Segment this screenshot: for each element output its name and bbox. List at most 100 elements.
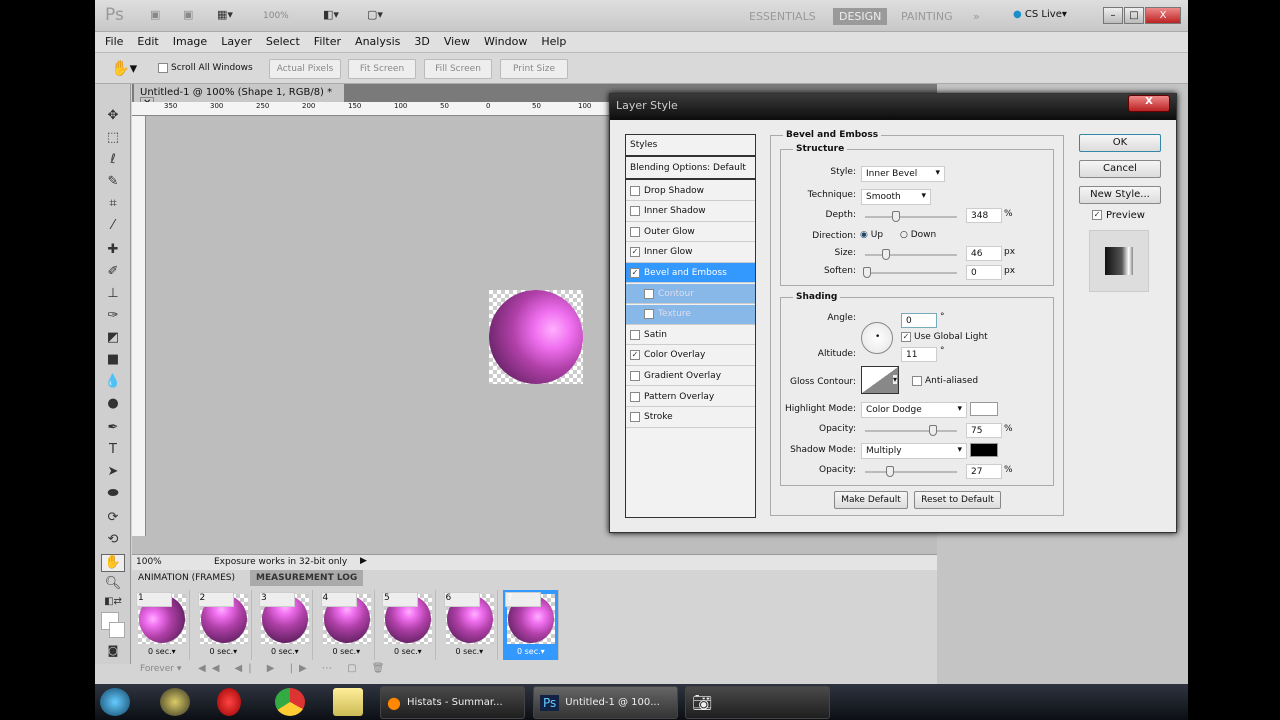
workspace-essentials[interactable]: ESSENTIALS <box>743 8 822 25</box>
shadow-opacity-input[interactable]: 27 <box>966 464 1002 479</box>
reset-to-default-button[interactable]: Reset to Default <box>914 491 1001 509</box>
start-button-icon[interactable] <box>100 688 130 716</box>
checkbox-icon[interactable] <box>630 185 640 196</box>
lasso-tool-icon[interactable]: ℓ <box>101 152 125 170</box>
menu-help[interactable]: Help <box>541 35 566 49</box>
preview-checkbox[interactable]: ✓ Preview <box>1092 210 1145 221</box>
hand-tool-icon[interactable]: ✋ <box>101 554 125 572</box>
highlight-opacity-slider[interactable] <box>865 425 957 436</box>
effect-item[interactable]: Outer Glow <box>626 222 755 243</box>
canvas[interactable] <box>489 290 583 384</box>
healing-brush-icon[interactable]: ✚ <box>101 242 125 260</box>
pen-tool-icon[interactable]: ✒ <box>101 420 125 438</box>
frame-delay-select[interactable]: 0 sec.▾ <box>148 647 176 656</box>
checkbox-icon[interactable] <box>630 391 640 402</box>
menu-view[interactable]: View <box>444 35 470 49</box>
frame-delay-select[interactable]: 0 sec.▾ <box>271 647 299 656</box>
screen-mode-icon[interactable]: ▢▾ <box>367 8 383 24</box>
cancel-button[interactable]: Cancel <box>1079 160 1161 178</box>
checkbox-icon[interactable] <box>630 370 640 381</box>
menu-3d[interactable]: 3D <box>414 35 429 49</box>
frame-delay-select[interactable]: 0 sec.▾ <box>517 647 545 656</box>
minimize-button[interactable]: – <box>1103 7 1123 24</box>
mini-bridge-icon[interactable]: ▣ <box>183 8 193 24</box>
close-button[interactable]: X <box>1145 7 1181 24</box>
print-size-button[interactable]: Print Size <box>500 59 568 79</box>
3d-orbit-tool-icon[interactable]: ⟲ <box>101 532 125 550</box>
technique-select[interactable]: Smooth <box>861 189 931 205</box>
animation-frame[interactable]: 5 0 sec.▾ <box>380 590 436 660</box>
effect-item[interactable]: ✓ Bevel and Emboss <box>626 263 755 284</box>
shadow-mode-select[interactable]: Multiply <box>861 443 967 459</box>
workspace-painting[interactable]: PAINTING <box>895 8 959 25</box>
animation-frame[interactable]: 1 0 sec.▾ <box>134 590 190 660</box>
taskbar-task-photoshop[interactable]: Ps Untitled-1 @ 100... <box>533 686 678 719</box>
frame-delay-select[interactable]: 0 sec.▾ <box>333 647 361 656</box>
shadow-color-swatch[interactable] <box>970 443 998 457</box>
more-workspaces-button[interactable]: » <box>967 8 986 25</box>
dialog-close-button[interactable]: X <box>1128 95 1170 112</box>
depth-input[interactable]: 348 <box>966 208 1002 223</box>
blur-tool-icon[interactable]: 💧 <box>101 374 125 392</box>
background-color-swatch[interactable] <box>109 622 125 638</box>
depth-slider[interactable] <box>865 211 957 222</box>
zoom-tool-icon[interactable]: 🔍︎ <box>101 576 125 594</box>
frame-delay-select[interactable]: 0 sec.▾ <box>456 647 484 656</box>
bridge-icon[interactable]: ▣ <box>150 8 160 24</box>
fit-screen-button[interactable]: Fit Screen <box>348 59 416 79</box>
frame-delay-select[interactable]: 0 sec.▾ <box>394 647 422 656</box>
document-tab[interactable]: Untitled-1 @ 100% (Shape 1, RGB/8) * ✕ <box>134 84 344 110</box>
make-default-button[interactable]: Make Default <box>834 491 908 509</box>
shadow-opacity-slider[interactable] <box>865 466 957 477</box>
effect-item[interactable]: Gradient Overlay <box>626 366 755 387</box>
file-explorer-icon[interactable] <box>333 688 363 716</box>
3d-rotate-tool-icon[interactable]: ⟳ <box>101 510 125 528</box>
slider-thumb[interactable] <box>892 211 900 222</box>
size-input[interactable]: 46 <box>966 246 1002 261</box>
effect-item[interactable]: ✓ Color Overlay <box>626 346 755 366</box>
maximize-button[interactable]: □ <box>1124 7 1144 24</box>
size-slider[interactable] <box>865 249 957 260</box>
gradient-tool-icon[interactable]: ■ <box>101 352 125 370</box>
animation-frame[interactable]: 6 0 sec.▾ <box>442 590 498 660</box>
move-tool-icon[interactable]: ✥ <box>101 108 125 126</box>
effect-item[interactable]: Stroke <box>626 408 755 428</box>
eraser-tool-icon[interactable]: ◩ <box>101 330 125 348</box>
blending-options-item[interactable]: Blending Options: Default <box>626 158 755 180</box>
effect-item[interactable]: Pattern Overlay <box>626 387 755 407</box>
animation-frame[interactable]: 2 0 sec.▾ <box>196 590 252 660</box>
effect-item[interactable]: Satin <box>626 325 755 346</box>
loop-select[interactable]: Forever ▾ <box>140 664 181 674</box>
frame-delay-select[interactable]: 0 sec.▾ <box>210 647 238 656</box>
angle-input[interactable]: 0 <box>901 313 937 328</box>
new-style-button[interactable]: New Style... <box>1079 186 1161 204</box>
dodge-tool-icon[interactable]: ● <box>101 396 125 414</box>
direction-up-radio[interactable]: ◉ Up <box>860 230 883 240</box>
soften-input[interactable]: 0 <box>966 265 1002 280</box>
opera-icon[interactable] <box>217 688 241 716</box>
playback-controls[interactable]: ◀◀ ◀| ▶ |▶ ⋯ ▢ 🗑 <box>198 663 390 674</box>
actual-pixels-button[interactable]: Actual Pixels <box>269 59 341 79</box>
menu-filter[interactable]: Filter <box>314 35 341 49</box>
effect-item[interactable]: Texture <box>626 304 755 325</box>
effect-item[interactable]: ✓ Inner Glow <box>626 243 755 263</box>
checkbox-icon[interactable] <box>644 288 654 299</box>
workspace-design[interactable]: DESIGN <box>833 8 888 25</box>
use-global-light-checkbox[interactable]: ✓ Use Global Light <box>901 332 988 342</box>
zoom-level[interactable]: 100% <box>263 11 289 27</box>
gloss-contour-picker[interactable]: ▾ <box>861 366 899 394</box>
highlight-mode-select[interactable]: Color Dodge <box>861 402 967 418</box>
taskbar-task-camera[interactable]: 📷︎ <box>685 686 830 719</box>
path-select-tool-icon[interactable]: ➤ <box>101 464 125 482</box>
checkbox-icon[interactable] <box>630 226 640 237</box>
soften-slider[interactable] <box>863 267 957 278</box>
taskbar-task-firefox[interactable]: ● Histats - Summar... <box>380 686 525 719</box>
anti-aliased-checkbox[interactable]: Anti-aliased <box>912 376 978 386</box>
direction-down-radio[interactable]: ○ Down <box>900 230 936 240</box>
slider-thumb[interactable] <box>882 249 890 260</box>
eyedropper-tool-icon[interactable]: ⁄ <box>101 218 125 236</box>
effect-item[interactable]: Inner Shadow <box>626 202 755 222</box>
menu-window[interactable]: Window <box>484 35 527 49</box>
status-menu-arrow-icon[interactable]: ▶ <box>360 556 367 566</box>
effect-item[interactable]: Contour <box>626 284 755 304</box>
